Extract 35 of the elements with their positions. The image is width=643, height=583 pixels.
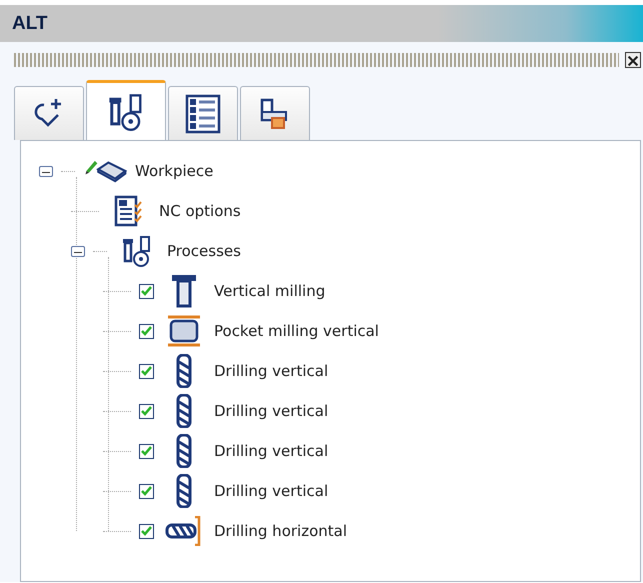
window-title: ALT: [12, 12, 48, 34]
tree-item-label[interactable]: Drilling horizontal: [214, 522, 348, 540]
checkbox[interactable]: [139, 444, 154, 458]
checkbox[interactable]: [139, 324, 154, 338]
milling-tool-icon: [171, 274, 197, 308]
drill-bit-icon: [176, 394, 192, 428]
tree-item-label[interactable]: Processes: [167, 242, 241, 260]
list-sheet-icon: [185, 94, 221, 134]
tab[interactable]: [168, 86, 238, 140]
close-icon[interactable]: [625, 52, 641, 68]
checkbox[interactable]: [139, 524, 154, 538]
tree-item-label[interactable]: NC options: [159, 202, 241, 220]
checkbox[interactable]: [139, 364, 154, 378]
tree-item-label[interactable]: Drilling vertical: [214, 442, 328, 460]
tab[interactable]: [240, 86, 310, 140]
checkbox[interactable]: [139, 284, 154, 298]
horizontal-drill-icon: [165, 516, 203, 546]
tool-disc-icon: [121, 235, 153, 267]
collapse-icon[interactable]: [39, 166, 53, 176]
tree-item-label[interactable]: Vertical milling: [214, 282, 326, 300]
tree-item-label[interactable]: Drilling vertical: [214, 482, 328, 500]
tree-item-label[interactable]: Workpiece: [135, 162, 214, 180]
collapse-icon[interactable]: [71, 246, 85, 256]
pocket-icon: [167, 315, 201, 347]
tab[interactable]: [86, 80, 166, 140]
tree-item-label[interactable]: Drilling vertical: [214, 402, 328, 420]
drag-handle[interactable]: [14, 53, 619, 67]
checkbox[interactable]: [139, 404, 154, 418]
drill-bit-icon: [176, 474, 192, 508]
drill-bit-icon: [176, 354, 192, 388]
tree-item-label[interactable]: Pocket milling vertical: [214, 322, 379, 340]
tab[interactable]: [14, 86, 84, 140]
checkbox[interactable]: [139, 484, 154, 498]
drill-bit-icon: [176, 434, 192, 468]
tree-item-label[interactable]: Drilling vertical: [214, 362, 328, 380]
